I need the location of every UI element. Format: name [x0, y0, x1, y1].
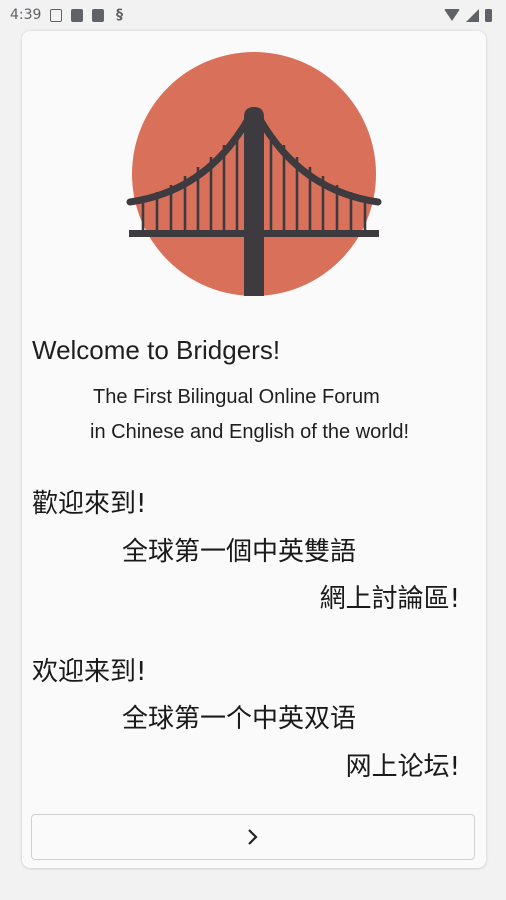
subtitle-line-2: in Chinese and English of the world! [90, 421, 410, 443]
traditional-line-3: 網上討論區! [319, 584, 460, 614]
status-right [444, 8, 492, 22]
edit-note-icon [50, 8, 63, 22]
simplified-welcome: 欢迎来到! [32, 657, 147, 687]
simplified-line-2: 全球第一个中英双语 [122, 704, 357, 734]
welcome-card: Welcome to Bridgers! The First Bilingual… [22, 31, 486, 868]
traditional-line-2: 全球第一個中英雙語 [122, 537, 357, 567]
welcome-title: Welcome to Bridgers! [32, 335, 281, 365]
status-time: 4:39 [10, 7, 42, 23]
subtitle-line-1: The First Bilingual Online Forum [93, 386, 380, 408]
battery-icon [485, 8, 492, 22]
bridge-logo-icon [126, 52, 382, 296]
traditional-welcome: 歡迎來到! [32, 489, 147, 519]
simplified-line-3: 网上论坛! [345, 752, 460, 782]
s-app-icon: § [115, 6, 123, 23]
font-a-icon [71, 8, 84, 22]
sd-card-icon [92, 8, 105, 22]
wifi-icon [444, 9, 460, 21]
status-left: 4:39 § [10, 7, 125, 23]
status-bar: 4:39 § [0, 0, 506, 30]
next-button[interactable] [31, 814, 475, 860]
chevron-right-icon [248, 829, 258, 845]
signal-icon [466, 8, 479, 22]
